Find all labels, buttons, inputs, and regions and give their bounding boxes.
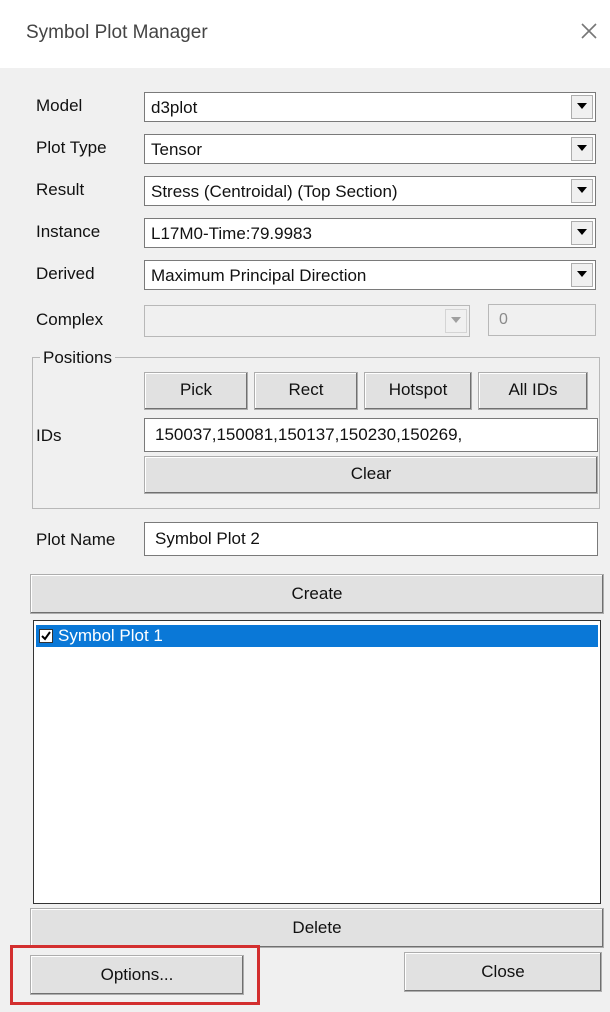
clear-button[interactable]: Clear [144, 456, 598, 494]
plot-name-value: Symbol Plot 2 [155, 529, 260, 548]
derived-value: Maximum Principal Direction [151, 266, 367, 285]
chevron-down-icon[interactable] [571, 179, 593, 203]
close-button[interactable]: Close [404, 952, 602, 992]
complex-spin-value: 0 [499, 311, 508, 328]
result-dropdown[interactable]: Stress (Centroidal) (Top Section) [144, 176, 596, 206]
chevron-down-icon[interactable] [571, 137, 593, 161]
checkmark-icon [41, 631, 51, 641]
instance-dropdown[interactable]: L17M0-Time:79.9983 [144, 218, 596, 248]
chevron-down-icon[interactable] [571, 95, 593, 119]
window-title: Symbol Plot Manager [26, 22, 208, 43]
plot-name-label: Plot Name [36, 530, 116, 549]
result-value: Stress (Centroidal) (Top Section) [151, 182, 398, 201]
ids-input[interactable]: 150037,150081,150137,150230,150269, [144, 418, 598, 452]
derived-dropdown[interactable]: Maximum Principal Direction [144, 260, 596, 290]
list-item[interactable]: Symbol Plot 1 [36, 625, 598, 647]
plot-list[interactable]: Symbol Plot 1 [33, 620, 601, 904]
all-ids-button[interactable]: All IDs [478, 372, 588, 410]
checkbox[interactable] [39, 629, 53, 643]
ids-label: IDs [36, 426, 62, 445]
complex-dropdown [144, 305, 470, 337]
plot-type-dropdown[interactable]: Tensor [144, 134, 596, 164]
model-label: Model [36, 96, 83, 115]
list-item-label: Symbol Plot 1 [58, 626, 163, 645]
chevron-down-icon [445, 309, 467, 333]
close-icon[interactable] [576, 18, 602, 44]
ids-value: 150037,150081,150137,150230,150269, [155, 425, 463, 444]
model-value: d3plot [151, 98, 198, 117]
instance-value: L17M0-Time:79.9983 [151, 224, 312, 243]
complex-spinbox: 0 [488, 304, 596, 336]
pick-button[interactable]: Pick [144, 372, 248, 410]
highlight-box [10, 945, 260, 1005]
rect-button[interactable]: Rect [254, 372, 358, 410]
model-dropdown[interactable]: d3plot [144, 92, 596, 122]
result-label: Result [36, 180, 85, 199]
plot-name-input[interactable]: Symbol Plot 2 [144, 522, 598, 556]
plot-type-label: Plot Type [36, 138, 107, 157]
positions-legend: Positions [40, 348, 115, 368]
derived-label: Derived [36, 264, 95, 283]
plot-type-value: Tensor [151, 140, 203, 159]
delete-button[interactable]: Delete [30, 908, 604, 948]
create-button[interactable]: Create [30, 574, 604, 614]
instance-label: Instance [36, 222, 101, 241]
chevron-down-icon[interactable] [571, 263, 593, 287]
chevron-down-icon[interactable] [571, 221, 593, 245]
complex-label: Complex [36, 310, 104, 329]
hotspot-button[interactable]: Hotspot [364, 372, 472, 410]
